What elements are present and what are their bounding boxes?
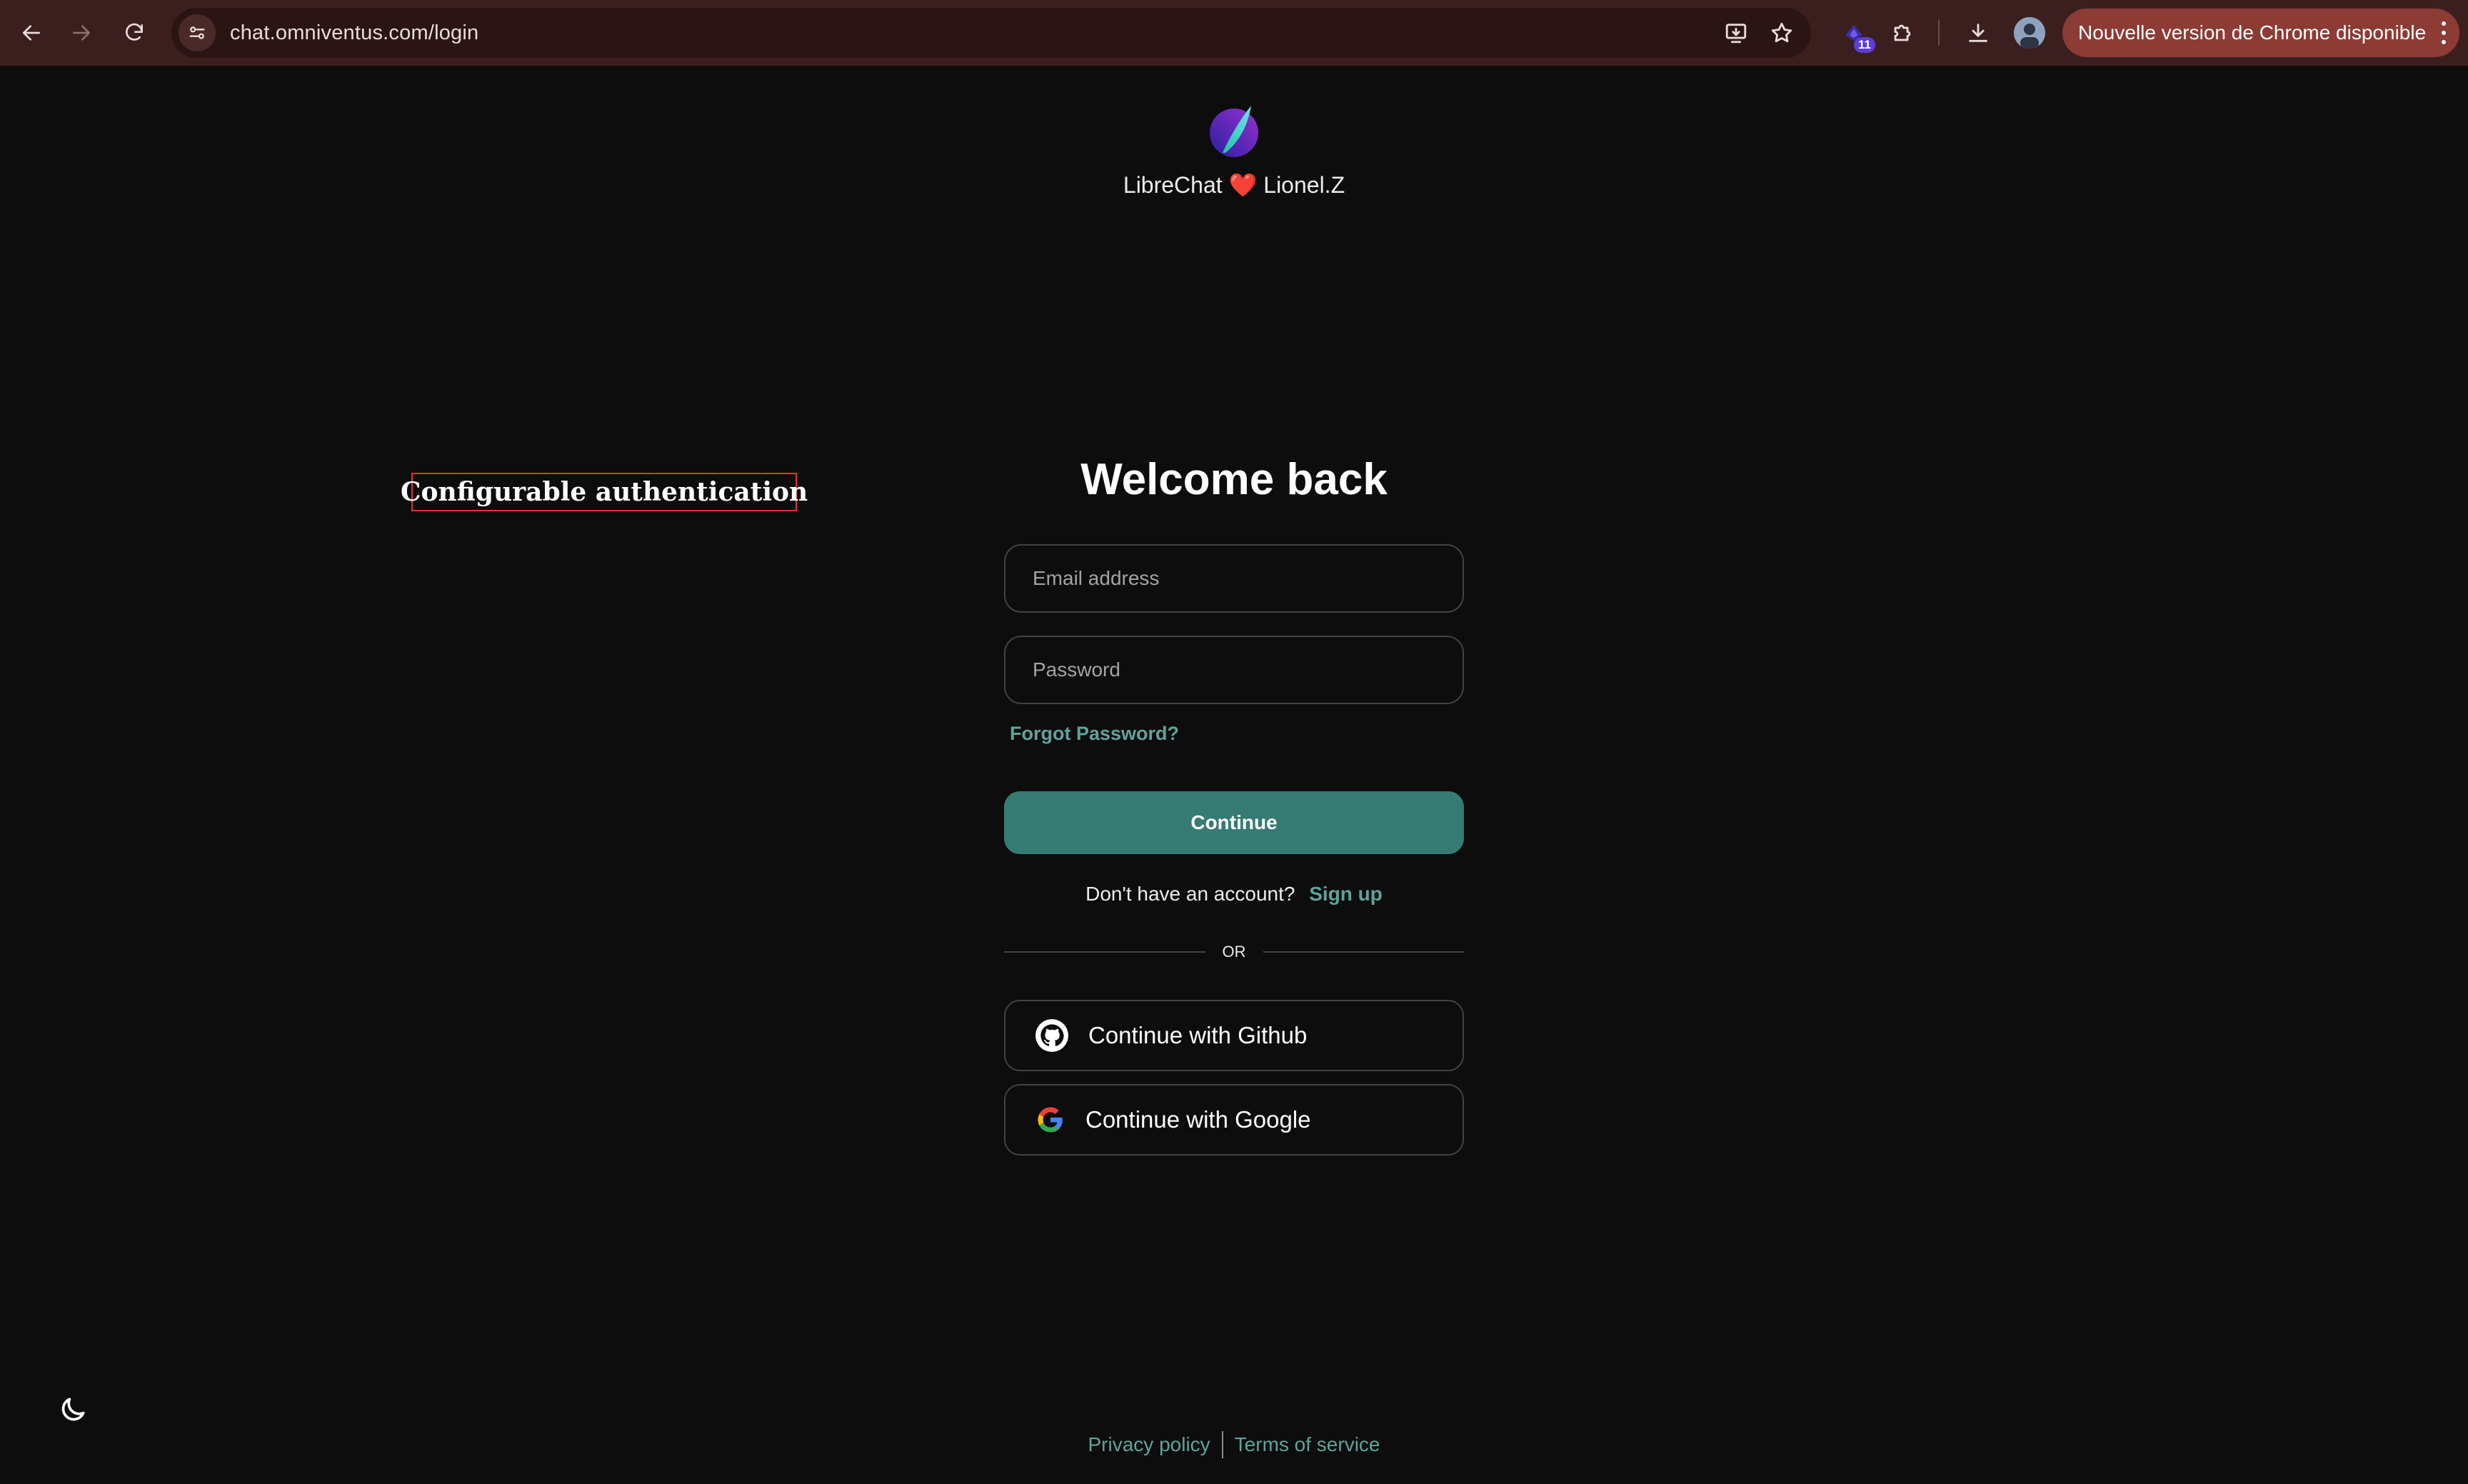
google-login-label: Continue with Google	[1085, 1106, 1311, 1133]
bookmark-star-icon[interactable]	[1770, 21, 1794, 45]
password-input[interactable]	[1005, 637, 1463, 703]
signup-link[interactable]: Sign up	[1309, 883, 1383, 905]
address-bar[interactable]: chat.omniventus.com/login	[171, 8, 1811, 58]
brand-name: LibreChat ❤️ Lionel.Z	[0, 171, 2468, 199]
google-icon	[1031, 1101, 1070, 1139]
reload-button[interactable]	[109, 0, 160, 66]
install-app-icon[interactable]	[1724, 21, 1748, 45]
github-icon	[1033, 1016, 1071, 1055]
github-login-button[interactable]: Continue with Github	[1004, 1000, 1464, 1071]
back-button[interactable]	[6, 0, 57, 66]
password-field[interactable]	[1004, 636, 1464, 704]
extensions-menu-button[interactable]	[1885, 16, 1920, 50]
site-settings-button[interactable]	[179, 14, 216, 51]
divider-line-right	[1263, 951, 1464, 953]
page-title: Welcome back	[1080, 455, 1388, 504]
downloads-button[interactable]	[1961, 16, 1995, 50]
download-icon	[1969, 24, 1987, 42]
profile-avatar[interactable]	[2014, 17, 2045, 49]
reload-icon	[126, 23, 143, 41]
moon-icon	[61, 1398, 85, 1421]
footer-links: Privacy policy Terms of service	[0, 1431, 2468, 1458]
email-input[interactable]	[1005, 546, 1463, 611]
or-divider: OR	[1004, 940, 1464, 964]
brand-name-right: Lionel.Z	[1263, 172, 1345, 198]
divider-text: OR	[1222, 943, 1246, 961]
signup-prompt: Don't have an account? Sign up	[0, 883, 2468, 906]
divider-line-left	[1004, 951, 1205, 953]
url-text[interactable]: chat.omniventus.com/login	[230, 21, 478, 45]
kebab-menu-icon	[2441, 21, 2447, 44]
continue-button[interactable]: Continue	[1004, 791, 1464, 854]
email-field[interactable]	[1004, 544, 1464, 613]
forward-button[interactable]	[56, 0, 107, 66]
footer-separator	[1221, 1431, 1223, 1458]
toolbar-separator	[1938, 20, 1940, 46]
no-account-text: Don't have an account?	[1085, 883, 1295, 905]
theme-toggle-button[interactable]	[56, 1393, 90, 1427]
puzzle-icon	[1894, 24, 1911, 41]
browser-toolbar: chat.omniventus.com/login 11 Nouvelle ve…	[0, 0, 2468, 66]
privacy-policy-link[interactable]: Privacy policy	[1088, 1433, 1210, 1456]
github-login-label: Continue with Github	[1088, 1022, 1308, 1048]
brand-name-left: LibreChat	[1123, 172, 1223, 198]
site-settings-icon	[189, 26, 205, 39]
google-login-button[interactable]: Continue with Google	[1004, 1084, 1464, 1155]
forward-arrow-icon	[73, 25, 90, 41]
extension-badge: 11	[1854, 37, 1875, 53]
chrome-update-button[interactable]: Nouvelle version de Chrome disponible	[2062, 9, 2459, 57]
heart-emoji: ❤️	[1228, 172, 1258, 198]
librechat-logo	[1210, 106, 1258, 157]
profile-avatar-image	[2014, 17, 2045, 49]
back-arrow-icon	[23, 25, 40, 41]
update-label: Nouvelle version de Chrome disponible	[2078, 21, 2427, 44]
terms-of-service-link[interactable]: Terms of service	[1235, 1433, 1380, 1456]
forgot-password-link[interactable]: Forgot Password?	[1010, 723, 1179, 745]
extension-button[interactable]: 11	[1837, 16, 1875, 53]
